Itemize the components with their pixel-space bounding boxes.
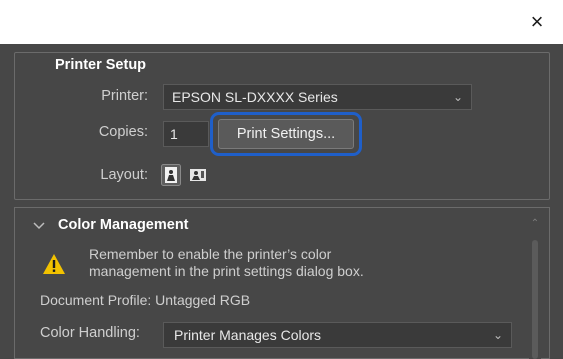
close-icon[interactable]: × [525,10,549,34]
printer-select[interactable]: EPSON SL-DXXXX Series ⌄ [163,84,472,110]
printer-select-value: EPSON SL-DXXXX Series [172,89,338,105]
scroll-thumb[interactable] [532,240,538,359]
warning-line-2: management in the print settings dialog … [89,263,364,279]
warning-message: Remember to enable the printer’s color m… [89,246,429,280]
warning-line-1: Remember to enable the printer’s color [89,246,332,262]
printer-label: Printer: [101,88,148,104]
chevron-down-icon: ⌄ [452,90,463,104]
print-settings-highlight: Print Settings... [210,112,362,156]
scroll-up-icon[interactable]: ⌃ [529,218,541,229]
printer-setup-title: Printer Setup [55,57,147,73]
landscape-layout-icon[interactable] [188,164,208,186]
warning-icon [43,254,65,274]
color-handling-select[interactable]: Printer Manages Colors ⌄ [163,322,512,348]
color-handling-value: Printer Manages Colors [174,327,322,343]
portrait-layout-icon[interactable] [161,164,181,186]
title-bar: × [0,0,563,44]
layout-label: Layout: [100,167,148,183]
scrollbar[interactable]: ⌃ [529,216,541,359]
copies-label: Copies: [98,124,148,140]
color-management-title: Color Management [58,217,189,233]
print-settings-button[interactable]: Print Settings... [218,119,354,149]
color-handling-label: Color Handling: [40,325,140,341]
copies-input[interactable]: 1 [163,121,209,147]
document-profile: Document Profile: Untagged RGB [40,292,251,308]
chevron-down-icon: ⌄ [492,328,503,342]
chevron-down-icon[interactable] [33,222,45,230]
